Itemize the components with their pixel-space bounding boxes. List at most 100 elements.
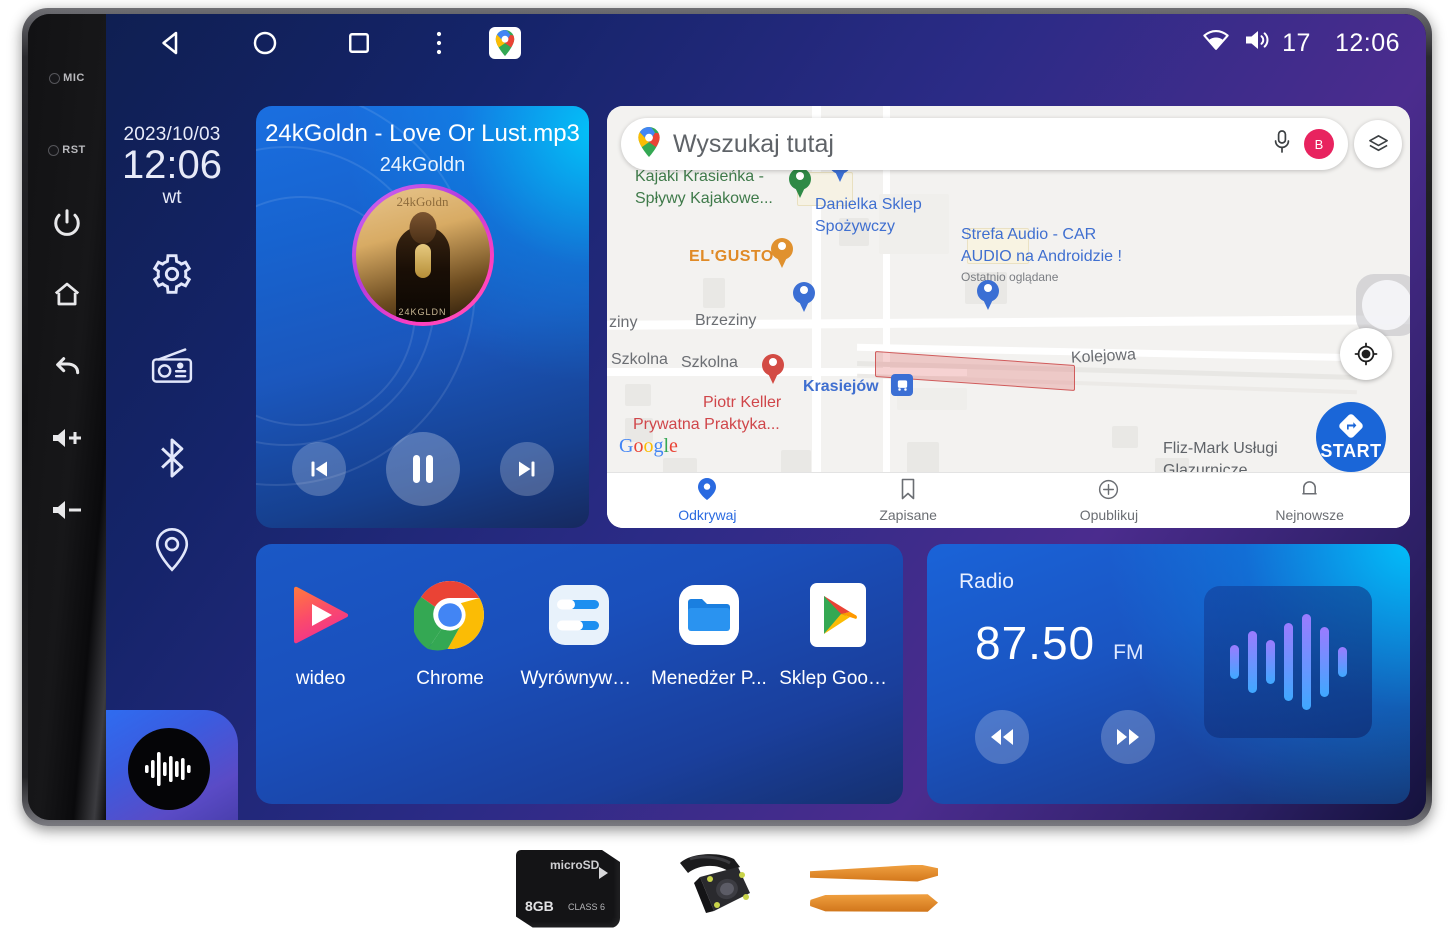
app-file-manager[interactable]: Menedżer P... <box>650 578 768 690</box>
map-float-button[interactable] <box>1356 274 1410 336</box>
street-label: Szkolna <box>611 351 668 368</box>
app-equalizer[interactable]: Wyrównywa... <box>520 578 638 690</box>
start-label: START <box>1320 441 1382 461</box>
pry-tool-1 <box>810 864 938 882</box>
google-maps-card[interactable]: Kajaki Krasieńka - Spływy Kajakowe... Da… <box>607 106 1410 528</box>
street-label: Kolejowa <box>1070 346 1137 367</box>
volume-down-button[interactable] <box>37 474 97 546</box>
bookmark-icon <box>899 478 917 505</box>
microsd-label: microSD <box>550 857 600 872</box>
pry-tool-2 <box>810 894 938 912</box>
map-pin-audio-store[interactable] <box>977 280 999 310</box>
app-google-play[interactable]: Sklep Googl... <box>779 578 897 690</box>
next-track-icon[interactable] <box>499 442 554 496</box>
poi-label: Spożywczy <box>815 218 896 235</box>
music-player-card[interactable]: 24kGoldn - Love Or Lust.mp3 24kGoldn 24k… <box>256 106 589 528</box>
music-launcher-tile[interactable] <box>106 710 238 820</box>
settings-icon[interactable] <box>149 251 195 297</box>
map-building <box>907 442 939 476</box>
home-button[interactable] <box>37 258 97 330</box>
back-icon[interactable] <box>124 17 218 69</box>
dashboard-cards: 24kGoldn - Love Or Lust.mp3 24kGoldn 24k… <box>256 72 1410 804</box>
google-maps-icon[interactable] <box>472 17 538 69</box>
map-bottom-tabs: Odkrywaj Zapisane Opublikuj Nejnowsze <box>607 472 1410 528</box>
microsd-card: microSD 8GB CLASS 6 <box>516 849 620 928</box>
track-title: 24kGoldn - Love Or Lust.mp3 <box>265 120 580 147</box>
start-navigation-button[interactable]: START <box>1316 402 1386 472</box>
app-chrome[interactable]: Chrome <box>391 578 509 690</box>
rail-time: 12:06 <box>121 143 223 187</box>
reset-indicator[interactable]: RST <box>37 114 97 186</box>
reversing-camera <box>672 849 758 929</box>
map-pin-doctor[interactable] <box>762 354 784 384</box>
album-top-text: 24kGoldn <box>396 194 449 209</box>
plus-circle-icon <box>1098 479 1119 505</box>
radio-icon[interactable] <box>149 343 195 389</box>
google-logo-letter: G <box>619 435 634 457</box>
previous-track-icon[interactable] <box>291 442 346 496</box>
map-search-bar[interactable]: Wyszukaj tutaj B <box>621 118 1348 170</box>
avatar[interactable]: B <box>1304 129 1334 159</box>
back-button[interactable] <box>37 330 97 402</box>
rail-shortcuts <box>149 251 195 573</box>
app-wideo[interactable]: wideo <box>262 578 380 690</box>
mic-indicator: MIC <box>37 42 97 114</box>
poi-sublabel: Ostatnio oglądane <box>961 270 1059 284</box>
apps-card: wideo Chrome Wyrównywa... Menedżer P... … <box>256 544 903 804</box>
pin-icon <box>698 478 717 505</box>
radio-frequency-group: 87.50 FM <box>975 616 1143 670</box>
map-tab-nejnowsze[interactable]: Nejnowsze <box>1209 478 1410 523</box>
map-tab-label: Odkrywaj <box>678 507 737 523</box>
radio-band: FM <box>1113 641 1144 664</box>
volume-value: 17 <box>1282 28 1311 57</box>
chrome-icon <box>413 578 487 652</box>
power-button[interactable] <box>37 186 97 258</box>
my-location-icon[interactable] <box>1340 328 1392 380</box>
equalizer-icon <box>542 578 616 652</box>
poi-label: EL'GUSTO <box>689 248 774 265</box>
search-input[interactable]: Wyszukaj tutaj <box>673 130 1260 159</box>
album-chain <box>414 244 431 278</box>
home-icon[interactable] <box>218 17 312 69</box>
map-tab-zapisane[interactable]: Zapisane <box>808 478 1009 523</box>
bell-icon <box>1300 478 1319 505</box>
album-art-ring: 24kGoldn 24KGLDN <box>351 184 494 326</box>
map-tab-odkrywaj[interactable]: Odkrywaj <box>607 478 808 523</box>
left-rail: 2023/10/03 12:06 wt <box>106 72 238 820</box>
status-clock: 12:06 <box>1334 28 1400 57</box>
google-logo: Google <box>619 435 678 458</box>
radio-label: Radio <box>959 570 1014 593</box>
microphone-icon[interactable] <box>1272 129 1292 160</box>
map-tab-label: Nejnowsze <box>1275 507 1344 523</box>
radio-card[interactable]: Radio 87.50 FM <box>927 544 1410 804</box>
poi-label: Danielka Sklep <box>815 196 922 213</box>
overflow-icon[interactable] <box>406 17 472 69</box>
layers-icon[interactable] <box>1354 120 1402 168</box>
rewind-icon[interactable] <box>975 710 1029 764</box>
pause-icon[interactable] <box>385 432 460 506</box>
poi-label: Krasiejów <box>803 378 879 395</box>
status-indicators: 17 12:06 <box>1202 28 1400 59</box>
rail-weekday: wt <box>162 187 182 208</box>
map-pin-kajaki[interactable] <box>789 168 811 198</box>
map-tab-opublikuj[interactable]: Opublikuj <box>1009 479 1210 523</box>
status-bar: 17 12:06 <box>106 14 1426 72</box>
reset-label: RST <box>62 144 86 156</box>
google-logo-letter: g <box>653 435 664 457</box>
head-unit-device: MIC RST 17 12:06 2023/10/03 12:06 wt 24k… <box>22 8 1432 826</box>
video-player-icon <box>284 578 358 652</box>
google-logo-letter: e <box>669 435 678 457</box>
recents-icon[interactable] <box>312 17 406 69</box>
street-label: ziny <box>609 314 638 331</box>
bluetooth-icon[interactable] <box>149 435 195 481</box>
pry-tools <box>810 864 938 913</box>
map-pin-store[interactable] <box>793 282 815 312</box>
map-transit-icon[interactable] <box>891 374 913 396</box>
map-pin-restaurant[interactable] <box>771 238 793 268</box>
app-label: Menedżer P... <box>650 668 767 689</box>
volume-up-button[interactable] <box>37 402 97 474</box>
location-icon[interactable] <box>149 527 195 573</box>
map-tab-label: Opublikuj <box>1079 506 1139 523</box>
fast-forward-icon[interactable] <box>1101 710 1155 764</box>
poi-label: Strefa Audio - CAR <box>961 226 1097 243</box>
